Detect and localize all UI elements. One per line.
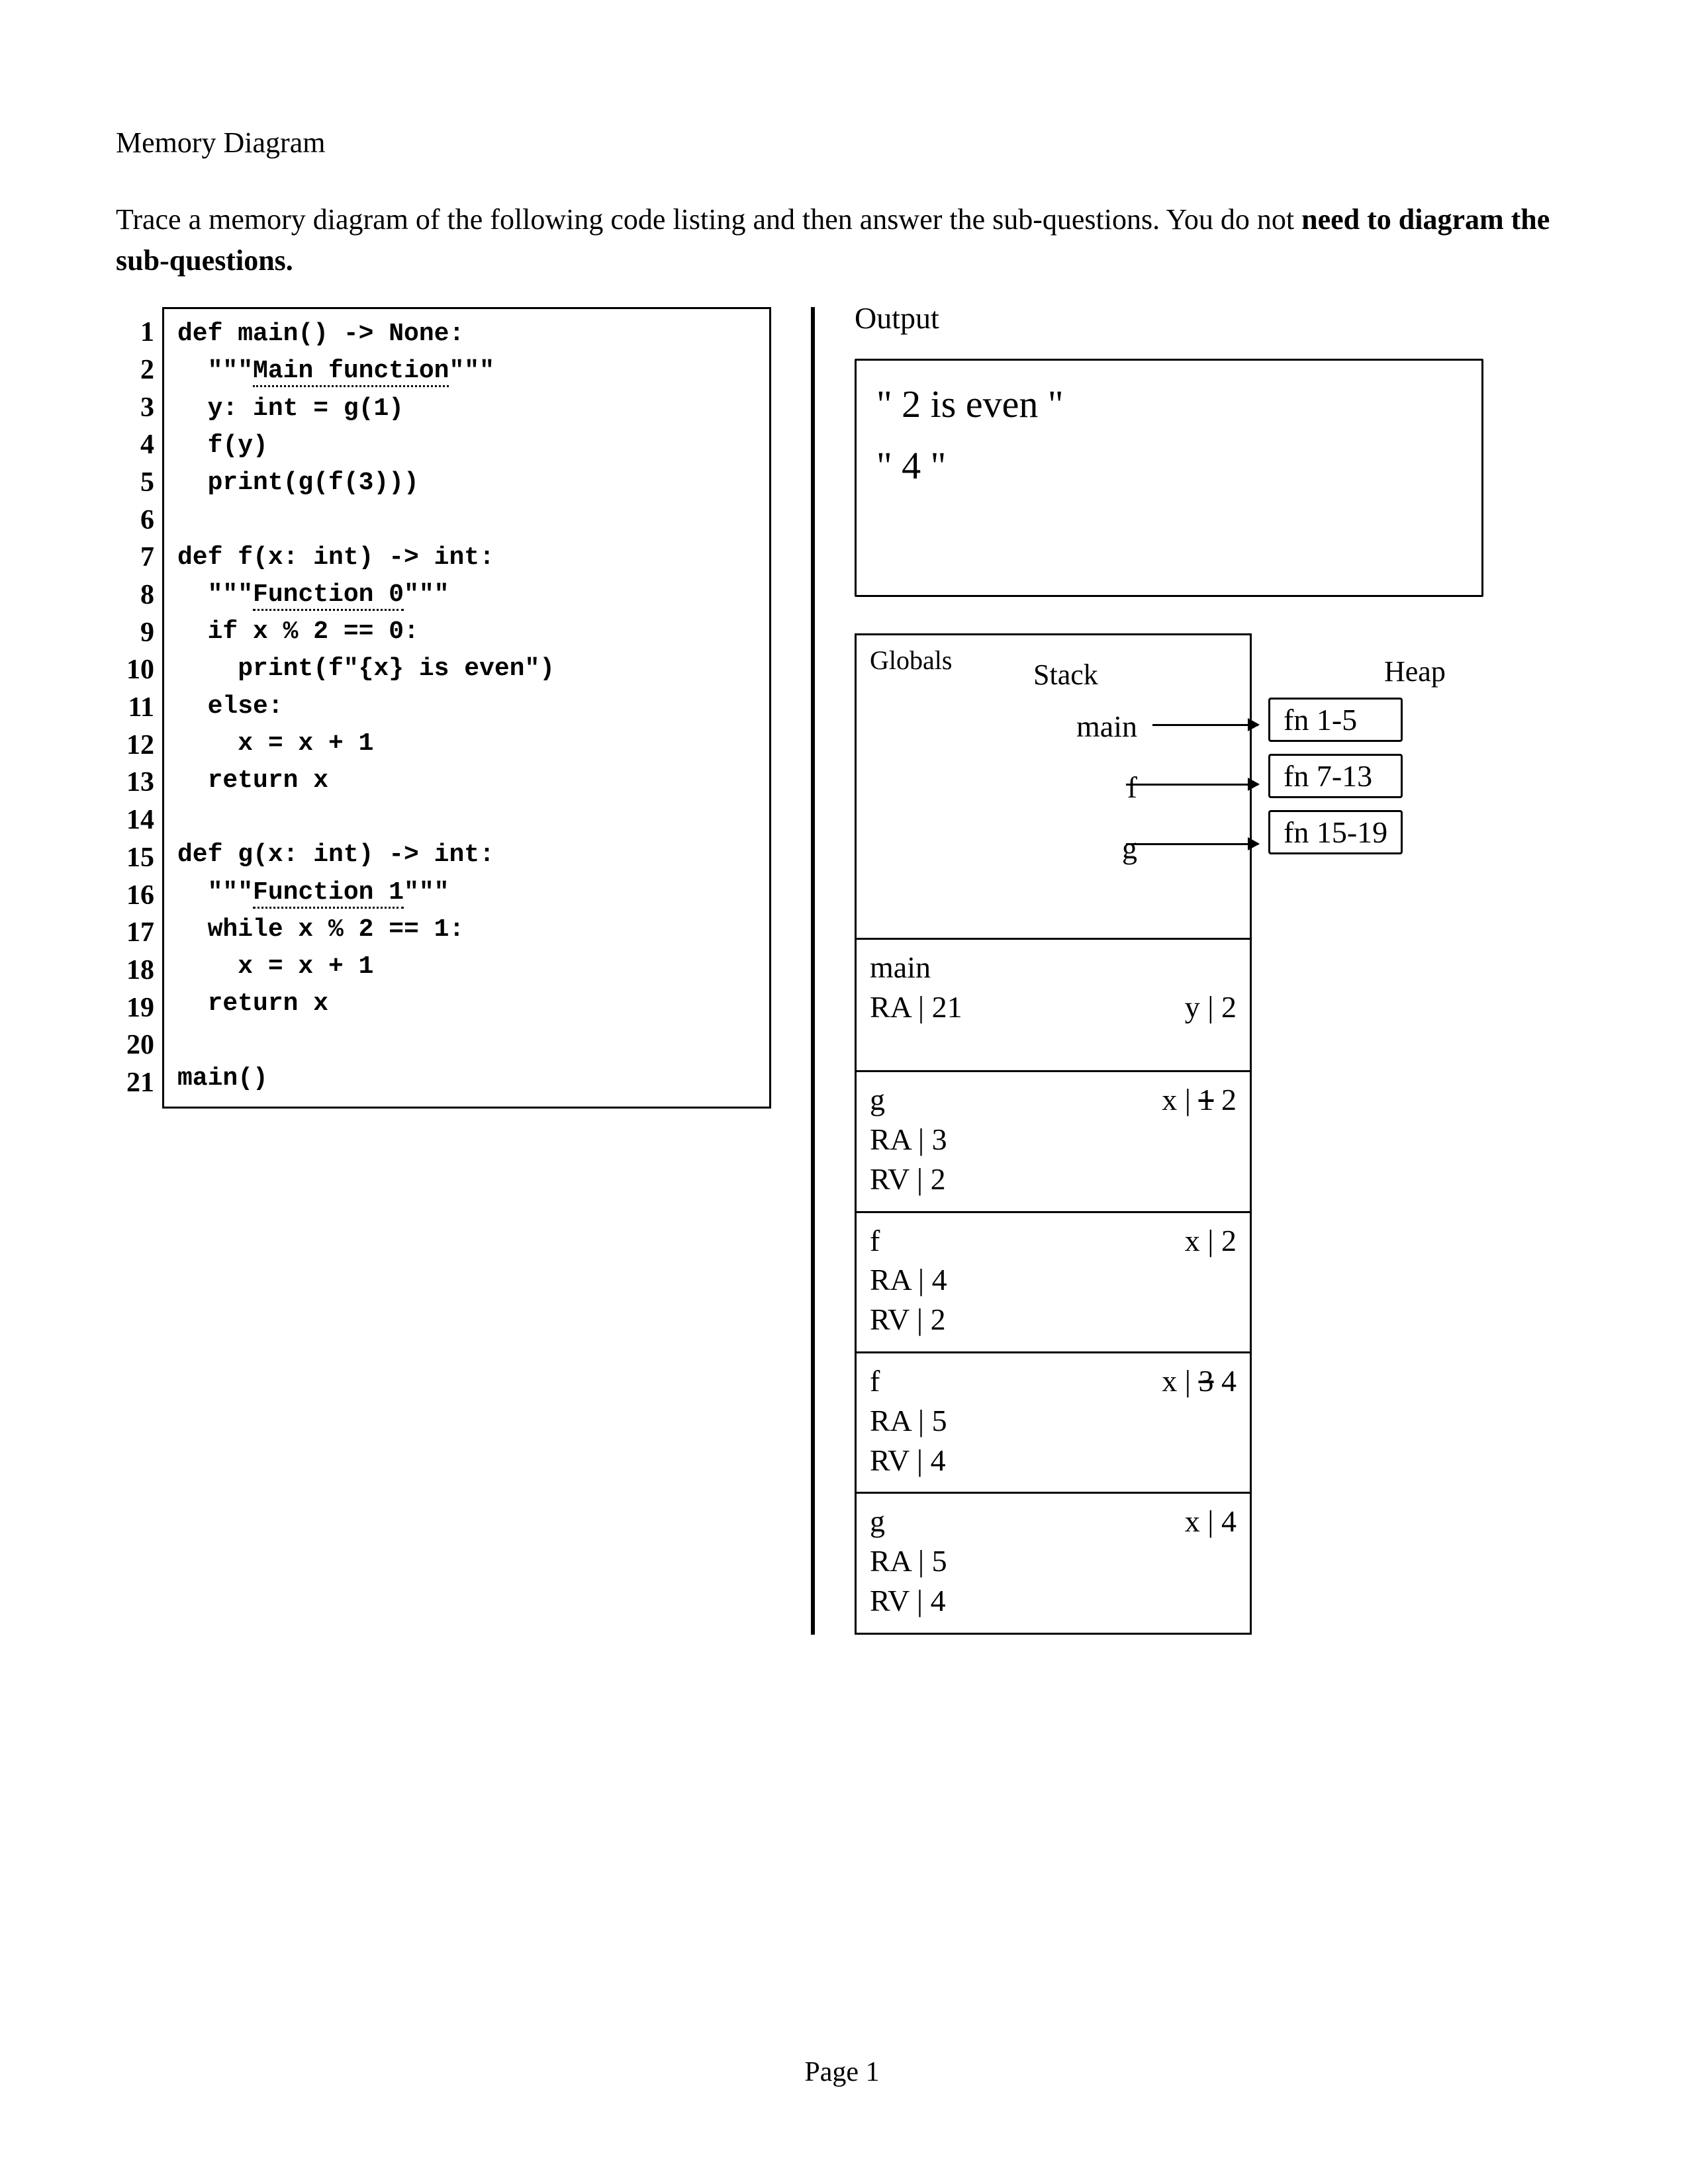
frame-g1-rv: RV | 2 — [870, 1160, 1237, 1199]
frame-main: main RA | 21 y | 2 — [857, 940, 1250, 1072]
frame-f2-name: f — [870, 1361, 880, 1401]
global-g: g — [870, 818, 1137, 879]
frame-globals: Globals main f g — [857, 635, 1250, 940]
frame-f-1: f x | 2 RA | 4 RV | 2 — [857, 1213, 1250, 1353]
stack-column: Globals main f g main RA | 21 y | 2 — [855, 633, 1252, 1635]
frame-g1-ra: RA | 3 — [870, 1120, 1237, 1160]
frame-f1-ra: RA | 4 — [870, 1260, 1237, 1300]
heap-label: Heap — [1384, 655, 1446, 688]
frame-f2-x: x | 3 4 — [1162, 1361, 1237, 1401]
instructions-text: Trace a memory diagram of the following … — [116, 203, 1301, 236]
frame-f2-ra: RA | 5 — [870, 1401, 1237, 1441]
frame-g2-name: g — [870, 1502, 885, 1541]
output-line-1: " 2 is even " — [876, 374, 1462, 435]
page-footer: Page 1 — [0, 2056, 1684, 2088]
frame-f1-name: f — [870, 1221, 880, 1261]
frame-f-2: f x | 3 4 RA | 5 RV | 4 — [857, 1353, 1250, 1494]
heap-fn-main: fn 1-5 — [1268, 698, 1403, 742]
page-title: Memory Diagram — [116, 126, 1568, 159]
line-numbers: 1 2 3 4 5 6 7 8 9 10 11 12 13 14 15 16 1… — [116, 307, 162, 1108]
frame-main-name: main — [870, 948, 1237, 987]
frame-f1-x: x | 2 — [1185, 1221, 1237, 1261]
heap-fn-f: fn 7-13 — [1268, 754, 1403, 798]
frame-f2-rv: RV | 4 — [870, 1441, 1237, 1480]
global-f: f — [870, 757, 1137, 818]
vertical-divider — [811, 307, 815, 1635]
output-box: " 2 is even " " 4 " — [855, 359, 1483, 597]
frame-g2-rv: RV | 4 — [870, 1581, 1237, 1621]
frame-f1-rv: RV | 2 — [870, 1300, 1237, 1340]
right-column: Output " 2 is even " " 4 " Stack Heap fn… — [835, 307, 1568, 1635]
frame-g-2: g x | 4 RA | 5 RV | 4 — [857, 1494, 1250, 1632]
globals-title: Globals — [870, 643, 1237, 678]
frame-g1-x: x | 1 2 — [1162, 1080, 1237, 1120]
frame-g2-ra: RA | 5 — [870, 1541, 1237, 1581]
frame-g1-name: g — [870, 1080, 885, 1120]
heap-column: fn 1-5 fn 7-13 fn 15-19 — [1268, 698, 1403, 866]
frame-g2-x: x | 4 — [1185, 1502, 1237, 1541]
heap-fn-g: fn 15-19 — [1268, 810, 1403, 854]
output-line-2: " 4 " — [876, 435, 1462, 497]
global-main: main — [870, 696, 1137, 757]
code-box: def main() -> None: """Main function""" … — [162, 307, 771, 1108]
frame-g-1: g x | 1 2 RA | 3 RV | 2 — [857, 1072, 1250, 1212]
output-label: Output — [855, 300, 1568, 336]
instructions: Trace a memory diagram of the following … — [116, 199, 1568, 281]
frame-main-y: y | 2 — [1185, 987, 1237, 1027]
frame-main-ra: RA | 21 — [870, 987, 962, 1027]
code-column: 1 2 3 4 5 6 7 8 9 10 11 12 13 14 15 16 1… — [116, 307, 771, 1108]
